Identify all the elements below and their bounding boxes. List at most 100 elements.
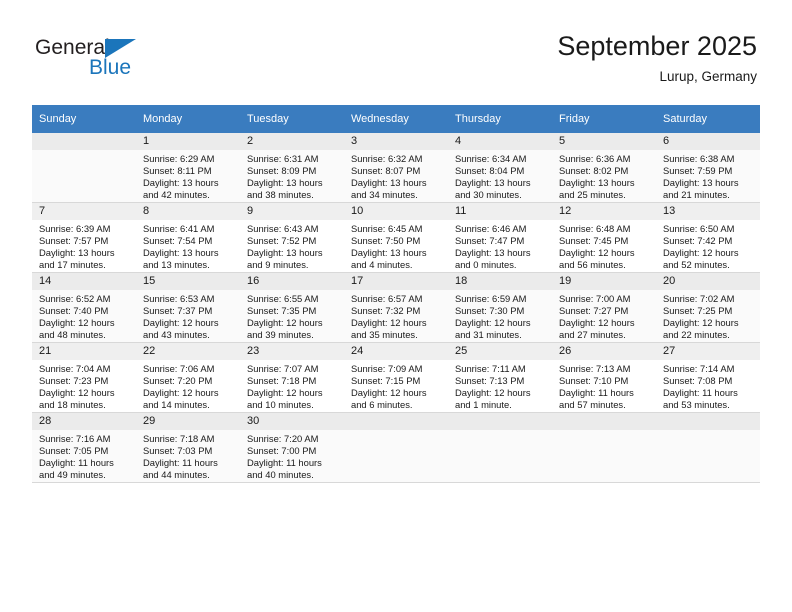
calendar-day-cell[interactable]: 28 Sunrise: 7:16 AM Sunset: 7:05 PM Dayligh… bbox=[32, 413, 136, 483]
day-detail-line: Sunrise: 6:41 AM bbox=[143, 223, 215, 234]
calendar-day-cell[interactable]: 26 Sunrise: 7:13 AM Sunset: 7:10 PM Dayligh… bbox=[552, 343, 656, 413]
calendar-day-cell[interactable]: 16 Sunrise: 6:55 AM Sunset: 7:35 PM Dayligh… bbox=[240, 273, 344, 343]
day-cell-inner bbox=[552, 413, 656, 482]
day-number: 20 bbox=[656, 273, 760, 290]
day-details: Sunrise: 7:16 AM Sunset: 7:05 PM Daylight:… bbox=[32, 430, 136, 481]
day-number: 5 bbox=[552, 133, 656, 150]
day-details: Sunrise: 6:34 AM Sunset: 8:04 PM Daylight:… bbox=[448, 150, 552, 201]
calendar-day-cell[interactable]: 17 Sunrise: 6:57 AM Sunset: 7:32 PM Dayligh… bbox=[344, 273, 448, 343]
day-number: 14 bbox=[32, 273, 136, 290]
day-detail-line: Sunset: 7:08 PM bbox=[663, 375, 733, 387]
calendar-day-cell[interactable]: 1 Sunrise: 6:29 AM Sunset: 8:11 PM Daylight… bbox=[136, 133, 240, 203]
day-detail-line: Sunrise: 7:00 AM bbox=[559, 293, 631, 304]
day-cell-inner: 11 Sunrise: 6:46 AM Sunset: 7:47 PM Dayligh… bbox=[448, 203, 552, 272]
day-cell-inner: 5 Sunrise: 6:36 AM Sunset: 8:02 PM Daylight… bbox=[552, 133, 656, 202]
day-number: 17 bbox=[344, 273, 448, 290]
calendar-day-cell[interactable]: 12 Sunrise: 6:48 AM Sunset: 7:45 PM Dayligh… bbox=[552, 203, 656, 273]
day-detail-line: Daylight: 12 hours bbox=[455, 387, 531, 399]
day-detail-line: Sunset: 7:54 PM bbox=[143, 235, 213, 247]
day-cell-inner: 19 Sunrise: 7:00 AM Sunset: 7:27 PM Dayligh… bbox=[552, 273, 656, 342]
day-details: Sunrise: 6:45 AM Sunset: 7:50 PM Daylight:… bbox=[344, 220, 448, 271]
day-number: 24 bbox=[344, 343, 448, 360]
calendar-day-cell[interactable]: 11 Sunrise: 6:46 AM Sunset: 7:47 PM Dayligh… bbox=[448, 203, 552, 273]
day-number: 26 bbox=[552, 343, 656, 360]
day-cell-inner: 2 Sunrise: 6:31 AM Sunset: 8:09 PM Daylight… bbox=[240, 133, 344, 202]
calendar-day-cell[interactable]: 21 Sunrise: 7:04 AM Sunset: 7:23 PM Dayligh… bbox=[32, 343, 136, 413]
calendar-day-cell[interactable]: 15 Sunrise: 6:53 AM Sunset: 7:37 PM Dayligh… bbox=[136, 273, 240, 343]
day-details: Sunrise: 7:00 AM Sunset: 7:27 PM Daylight:… bbox=[552, 290, 656, 341]
calendar-day-cell[interactable]: 19 Sunrise: 7:00 AM Sunset: 7:27 PM Dayligh… bbox=[552, 273, 656, 343]
day-details: Sunrise: 6:48 AM Sunset: 7:45 PM Daylight:… bbox=[552, 220, 656, 271]
day-detail-line: Sunset: 7:15 PM bbox=[351, 375, 421, 387]
day-detail-line: Sunrise: 6:32 AM bbox=[351, 153, 423, 164]
calendar-day-cell[interactable]: 9 Sunrise: 6:43 AM Sunset: 7:52 PM Daylight… bbox=[240, 203, 344, 273]
calendar-day-cell[interactable]: 25 Sunrise: 7:11 AM Sunset: 7:13 PM Dayligh… bbox=[448, 343, 552, 413]
calendar-week-row: 21 Sunrise: 7:04 AM Sunset: 7:23 PM Dayligh… bbox=[32, 343, 760, 413]
day-cell-inner: 22 Sunrise: 7:06 AM Sunset: 7:20 PM Dayligh… bbox=[136, 343, 240, 412]
day-number: 16 bbox=[240, 273, 344, 290]
day-number bbox=[448, 413, 552, 430]
calendar-cell-empty bbox=[552, 413, 656, 483]
calendar-page: General Blue September 2025 Lurup, Germa… bbox=[0, 0, 792, 612]
day-detail-line: and 56 minutes. bbox=[559, 259, 626, 271]
calendar-day-cell[interactable]: 20 Sunrise: 7:02 AM Sunset: 7:25 PM Dayligh… bbox=[656, 273, 760, 343]
day-cell-inner: 16 Sunrise: 6:55 AM Sunset: 7:35 PM Dayligh… bbox=[240, 273, 344, 342]
calendar-day-cell[interactable]: 23 Sunrise: 7:07 AM Sunset: 7:18 PM Dayligh… bbox=[240, 343, 344, 413]
day-detail-line: Sunset: 7:18 PM bbox=[247, 375, 317, 387]
weekday-header-sunday: Sunday bbox=[32, 105, 136, 133]
day-detail-line: and 10 minutes. bbox=[247, 399, 314, 411]
day-detail-line: Sunset: 7:40 PM bbox=[39, 305, 109, 317]
calendar-day-cell[interactable]: 7 Sunrise: 6:39 AM Sunset: 7:57 PM Daylight… bbox=[32, 203, 136, 273]
calendar-day-cell[interactable]: 10 Sunrise: 6:45 AM Sunset: 7:50 PM Dayligh… bbox=[344, 203, 448, 273]
day-detail-line: Sunset: 7:00 PM bbox=[247, 445, 317, 457]
calendar-day-cell[interactable]: 24 Sunrise: 7:09 AM Sunset: 7:15 PM Dayligh… bbox=[344, 343, 448, 413]
day-detail-line: and 30 minutes. bbox=[455, 189, 522, 201]
day-cell-inner: 25 Sunrise: 7:11 AM Sunset: 7:13 PM Dayligh… bbox=[448, 343, 552, 412]
day-cell-inner: 23 Sunrise: 7:07 AM Sunset: 7:18 PM Dayligh… bbox=[240, 343, 344, 412]
day-detail-line: Sunset: 8:11 PM bbox=[143, 165, 212, 177]
calendar-day-cell[interactable]: 6 Sunrise: 6:38 AM Sunset: 7:59 PM Daylight… bbox=[656, 133, 760, 203]
day-cell-inner: 13 Sunrise: 6:50 AM Sunset: 7:42 PM Dayligh… bbox=[656, 203, 760, 272]
day-detail-line: Sunset: 7:13 PM bbox=[455, 375, 525, 387]
calendar-day-cell[interactable]: 29 Sunrise: 7:18 AM Sunset: 7:03 PM Dayligh… bbox=[136, 413, 240, 483]
calendar-day-cell[interactable]: 13 Sunrise: 6:50 AM Sunset: 7:42 PM Dayligh… bbox=[656, 203, 760, 273]
day-details: Sunrise: 6:53 AM Sunset: 7:37 PM Daylight:… bbox=[136, 290, 240, 341]
general-blue-logo[interactable]: General Blue bbox=[35, 36, 205, 88]
day-detail-line: Sunrise: 6:48 AM bbox=[559, 223, 631, 234]
page-header: General Blue September 2025 Lurup, Germa… bbox=[35, 30, 757, 92]
calendar-day-cell[interactable]: 22 Sunrise: 7:06 AM Sunset: 7:20 PM Dayligh… bbox=[136, 343, 240, 413]
day-detail-line: Daylight: 11 hours bbox=[143, 457, 218, 469]
day-cell-inner: 3 Sunrise: 6:32 AM Sunset: 8:07 PM Daylight… bbox=[344, 133, 448, 202]
day-number: 9 bbox=[240, 203, 344, 220]
day-cell-inner: 26 Sunrise: 7:13 AM Sunset: 7:10 PM Dayligh… bbox=[552, 343, 656, 412]
calendar-day-cell[interactable]: 3 Sunrise: 6:32 AM Sunset: 8:07 PM Daylight… bbox=[344, 133, 448, 203]
calendar-day-cell[interactable]: 27 Sunrise: 7:14 AM Sunset: 7:08 PM Dayligh… bbox=[656, 343, 760, 413]
calendar-day-cell[interactable]: 4 Sunrise: 6:34 AM Sunset: 8:04 PM Daylight… bbox=[448, 133, 552, 203]
day-detail-line: Daylight: 12 hours bbox=[39, 387, 115, 399]
calendar-day-cell[interactable]: 8 Sunrise: 6:41 AM Sunset: 7:54 PM Daylight… bbox=[136, 203, 240, 273]
day-detail-line: and 38 minutes. bbox=[247, 189, 314, 201]
calendar-day-cell[interactable]: 2 Sunrise: 6:31 AM Sunset: 8:09 PM Daylight… bbox=[240, 133, 344, 203]
day-detail-line: Sunrise: 6:34 AM bbox=[455, 153, 527, 164]
day-detail-line: Daylight: 11 hours bbox=[663, 387, 738, 399]
day-detail-line: and 53 minutes. bbox=[663, 399, 730, 411]
day-detail-line: Daylight: 13 hours bbox=[351, 177, 427, 189]
day-cell-inner: 30 Sunrise: 7:20 AM Sunset: 7:00 PM Dayligh… bbox=[240, 413, 344, 482]
day-detail-line: Sunrise: 6:55 AM bbox=[247, 293, 319, 304]
day-detail-line: Daylight: 12 hours bbox=[247, 387, 323, 399]
day-detail-line: Daylight: 12 hours bbox=[351, 387, 427, 399]
calendar-day-cell[interactable]: 30 Sunrise: 7:20 AM Sunset: 7:00 PM Dayligh… bbox=[240, 413, 344, 483]
day-number: 28 bbox=[32, 413, 136, 430]
calendar-day-cell[interactable]: 5 Sunrise: 6:36 AM Sunset: 8:02 PM Daylight… bbox=[552, 133, 656, 203]
day-detail-line: Daylight: 12 hours bbox=[559, 247, 635, 259]
day-detail-line: and 18 minutes. bbox=[39, 399, 106, 411]
day-detail-line: Daylight: 12 hours bbox=[455, 317, 531, 329]
calendar-day-cell[interactable]: 14 Sunrise: 6:52 AM Sunset: 7:40 PM Dayligh… bbox=[32, 273, 136, 343]
calendar-day-cell[interactable]: 18 Sunrise: 6:59 AM Sunset: 7:30 PM Dayligh… bbox=[448, 273, 552, 343]
logo-text-blue: Blue bbox=[89, 56, 132, 79]
day-details: Sunrise: 6:55 AM Sunset: 7:35 PM Daylight:… bbox=[240, 290, 344, 341]
weekday-header-friday: Friday bbox=[552, 105, 656, 133]
day-detail-line: Sunset: 8:09 PM bbox=[247, 165, 317, 177]
day-detail-line: and 21 minutes. bbox=[663, 189, 730, 201]
day-cell-inner: 27 Sunrise: 7:14 AM Sunset: 7:08 PM Dayligh… bbox=[656, 343, 760, 412]
